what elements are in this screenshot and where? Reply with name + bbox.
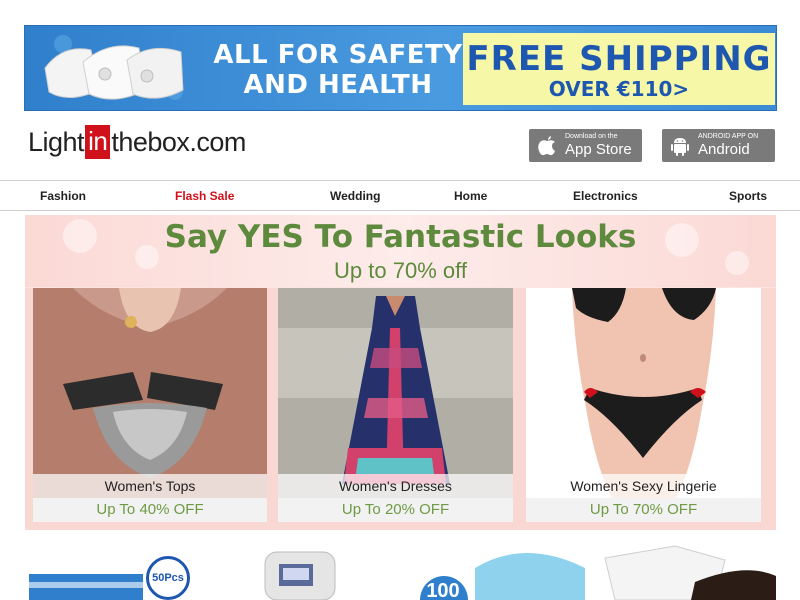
category-card-lingerie[interactable]: Women's Sexy Lingerie Up To 70% OFF [518,288,776,530]
app-store-label: App Store [565,141,632,158]
category-card-dresses[interactable]: Women's Dresses Up To 20% OFF [270,288,518,530]
app-store-button[interactable]: Download on the App Store [529,129,642,162]
android-label: Android [698,141,750,158]
free-shipping-threshold: OVER €110> [548,77,690,101]
android-small-label: ANDROID APP ON [698,133,759,140]
android-app-button[interactable]: ANDROID APP ON Android [662,129,775,162]
card-discount: Up To 70% OFF [526,498,761,522]
card-title: Women's Sexy Lingerie [526,474,761,498]
lingerie-image [526,288,761,498]
promo-subtitle: Up to 70% off [334,258,467,283]
logo-text-highlight: in [85,125,111,159]
dresses-image [278,288,513,498]
main-nav: Fashion Flash Sale Wedding Home Electron… [0,180,800,211]
headline-line-1: ALL FOR SAFETY [213,40,463,70]
apple-icon [535,134,559,158]
free-shipping-box[interactable]: FREE SHIPPING OVER €110> [463,33,775,105]
free-shipping-title: FREE SHIPPING [466,39,772,79]
headline-line-2: AND HEALTH [243,70,433,100]
nav-item-wedding[interactable]: Wedding [330,189,380,203]
site-logo[interactable]: Light in thebox.com [28,125,246,159]
card-title: Women's Tops [33,474,267,498]
app-store-small-label: Download on the [565,133,618,140]
count-badge-100: 100 [417,580,469,600]
promo-section: Say YES To Fantastic Looks Up to 70% off… [25,215,776,530]
tops-image [33,288,267,498]
card-discount: Up To 40% OFF [33,498,267,522]
card-title: Women's Dresses [278,474,513,498]
logo-text-post: thebox.com [111,126,246,157]
safety-shipping-banner[interactable]: ALL FOR SAFETY AND HEALTH FREE SHIPPING … [24,25,777,111]
nav-item-sports[interactable]: Sports [729,189,767,203]
card-discount: Up To 20% OFF [278,498,513,522]
category-card-tops[interactable]: Women's Tops Up To 40% OFF [25,288,273,530]
nav-item-fashion[interactable]: Fashion [40,189,86,203]
android-icon [668,134,692,158]
health-products-strip[interactable]: 50Pcs 100 [25,538,776,600]
nav-item-electronics[interactable]: Electronics [573,189,638,203]
pieces-badge-text: 50Pcs [152,572,184,584]
banner-headline: ALL FOR SAFETY AND HEALTH [203,40,473,100]
face-masks-illustration [44,35,184,100]
logo-text-pre: Light [28,126,85,157]
promo-title: Say YES To Fantastic Looks [164,219,637,255]
pieces-badge: 50Pcs [146,556,190,600]
nav-item-flash-sale[interactable]: Flash Sale [175,189,234,203]
promo-header[interactable]: Say YES To Fantastic Looks Up to 70% off [25,215,776,287]
health-products-image [29,545,776,600]
count-badge-text: 100 [426,580,460,600]
nav-item-home[interactable]: Home [454,189,487,203]
